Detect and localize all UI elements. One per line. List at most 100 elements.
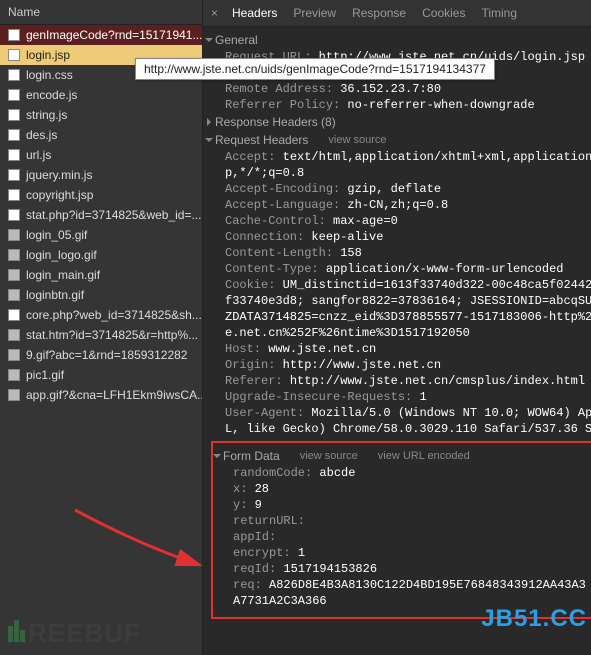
kv-row: User-Agent: Mozilla/5.0 (Windows NT 10.0… [207, 405, 591, 421]
close-icon[interactable]: × [211, 6, 218, 20]
expand-icon [213, 454, 221, 458]
view-url-encoded-link[interactable]: view URL encoded [378, 450, 470, 462]
view-source-link[interactable]: view source [300, 450, 358, 462]
file-item[interactable]: pic1.gif [0, 365, 202, 385]
kv-row: Accept-Language: zh-CN,zh;q=0.8 [207, 197, 591, 213]
file-name: login_05.gif [26, 228, 87, 242]
file-icon [8, 29, 20, 41]
file-item[interactable]: des.js [0, 125, 202, 145]
section-title: General [215, 33, 258, 47]
file-item[interactable]: stat.htm?id=3714825&r=http%... [0, 325, 202, 345]
kv-row: Remote Address: 36.152.23.7:80 [207, 81, 591, 97]
kv-row: f33740e3d8; sangfor8822=37836164; JSESSI… [207, 293, 591, 309]
file-icon [8, 69, 20, 81]
kv-value: no-referrer-when-downgrade [347, 98, 534, 112]
expand-icon [207, 118, 211, 126]
file-list: genImageCode?rnd=15171941... login.jsp l… [0, 25, 202, 655]
kv-row: y: 9 [215, 497, 591, 513]
file-name: login_main.gif [26, 268, 100, 282]
section-title: Request Headers [215, 133, 308, 147]
file-item[interactable]: url.js [0, 145, 202, 165]
file-icon [8, 149, 20, 161]
file-name: stat.htm?id=3714825&r=http%... [26, 328, 198, 342]
kv-row: Host: www.jste.net.cn [207, 341, 591, 357]
file-icon [8, 269, 20, 281]
file-name: 9.gif?abc=1&rnd=1859312282 [26, 348, 187, 362]
kv-row: reqId: 1517194153826 [215, 561, 591, 577]
file-name: copyright.jsp [26, 188, 93, 202]
kv-row: Content-Type: application/x-www-form-url… [207, 261, 591, 277]
file-item[interactable]: stat.php?id=3714825&web_id=... [0, 205, 202, 225]
file-item[interactable]: encode.js [0, 85, 202, 105]
headers-content: General Request URL: http://www.jste.net… [203, 27, 591, 655]
file-item[interactable]: copyright.jsp [0, 185, 202, 205]
file-name: login_logo.gif [26, 248, 97, 262]
tab-timing[interactable]: Timing [479, 4, 519, 22]
file-icon [8, 169, 20, 181]
section-title: Form Data [223, 449, 280, 463]
kv-row: Referrer Policy: no-referrer-when-downgr… [207, 97, 591, 113]
expand-icon [205, 38, 213, 42]
kv-row: Origin: http://www.jste.net.cn [207, 357, 591, 373]
section-request-headers[interactable]: Request Headers view source [207, 131, 591, 149]
file-item[interactable]: app.gif?&cna=LFH1Ekm9iwsCA... [0, 385, 202, 405]
kv-row: L, like Gecko) Chrome/58.0.3029.110 Safa… [207, 421, 591, 437]
kv-row: Upgrade-Insecure-Requests: 1 [207, 389, 591, 405]
kv-row: e.net.cn%252F%26ntime%3D1517192050 [207, 325, 591, 341]
file-name: pic1.gif [26, 368, 64, 382]
kv-row: Cookie: UM_distinctid=1613f33740d322-00c… [207, 277, 591, 293]
file-icon [8, 109, 20, 121]
file-name: jquery.min.js [26, 168, 92, 182]
file-icon [8, 89, 20, 101]
file-name: string.js [26, 108, 67, 122]
file-name: login.jsp [26, 48, 70, 62]
file-item[interactable]: genImageCode?rnd=15171941... [0, 25, 202, 45]
url-tooltip: http://www.jste.net.cn/uids/genImageCode… [135, 58, 495, 80]
file-item[interactable]: login_logo.gif [0, 245, 202, 265]
kv-row: appId: [215, 529, 591, 545]
file-icon [8, 289, 20, 301]
tab-bar: × Headers Preview Response Cookies Timin… [203, 0, 591, 27]
kv-row: Cache-Control: max-age=0 [207, 213, 591, 229]
file-icon [8, 329, 20, 341]
file-icon [8, 229, 20, 241]
kv-key: Remote Address: [225, 82, 333, 96]
kv-row: p,*/*;q=0.8 [207, 165, 591, 181]
file-item[interactable]: core.php?web_id=3714825&sh... [0, 305, 202, 325]
file-name: core.php?web_id=3714825&sh... [26, 308, 202, 322]
file-item[interactable]: 9.gif?abc=1&rnd=1859312282 [0, 345, 202, 365]
expand-icon [205, 138, 213, 142]
section-form-data[interactable]: Form Data view source view URL encoded [215, 447, 591, 465]
file-item[interactable]: string.js [0, 105, 202, 125]
kv-row: A7731A2C3A366 [215, 593, 591, 609]
tab-response[interactable]: Response [350, 4, 408, 22]
file-panel: Name genImageCode?rnd=15171941... login.… [0, 0, 203, 655]
view-source-link[interactable]: view source [328, 134, 386, 146]
tab-preview[interactable]: Preview [291, 4, 338, 22]
file-item[interactable]: loginbtn.gif [0, 285, 202, 305]
kv-key: Referrer Policy: [225, 98, 340, 112]
kv-row: req: A826D8E4B3A8130C122D4BD195E76848343… [215, 577, 591, 593]
kv-row: x: 28 [215, 481, 591, 497]
file-icon [8, 189, 20, 201]
form-data-highlight: Form Dataview sourceview URL encoded ran… [211, 441, 591, 619]
file-icon [8, 249, 20, 261]
kv-row: encrypt: 1 [215, 545, 591, 561]
file-icon [8, 49, 20, 61]
tab-headers[interactable]: Headers [230, 4, 279, 22]
file-icon [8, 209, 20, 221]
file-name: genImageCode?rnd=15171941... [26, 28, 202, 42]
file-name: encode.js [26, 88, 77, 102]
tab-cookies[interactable]: Cookies [420, 4, 467, 22]
file-name: app.gif?&cna=LFH1Ekm9iwsCA... [26, 388, 202, 402]
file-item[interactable]: login_05.gif [0, 225, 202, 245]
file-item[interactable]: jquery.min.js [0, 165, 202, 185]
section-response-headers[interactable]: Response Headers (8) [207, 113, 591, 131]
kv-value: 36.152.23.7:80 [340, 82, 441, 96]
kv-row: ZDATA3714825=cnzz_eid%3D378855577-151718… [207, 309, 591, 325]
file-item[interactable]: login_main.gif [0, 265, 202, 285]
section-general[interactable]: General [207, 31, 591, 49]
details-panel: × Headers Preview Response Cookies Timin… [203, 0, 591, 655]
file-icon [8, 309, 20, 321]
file-icon [8, 369, 20, 381]
